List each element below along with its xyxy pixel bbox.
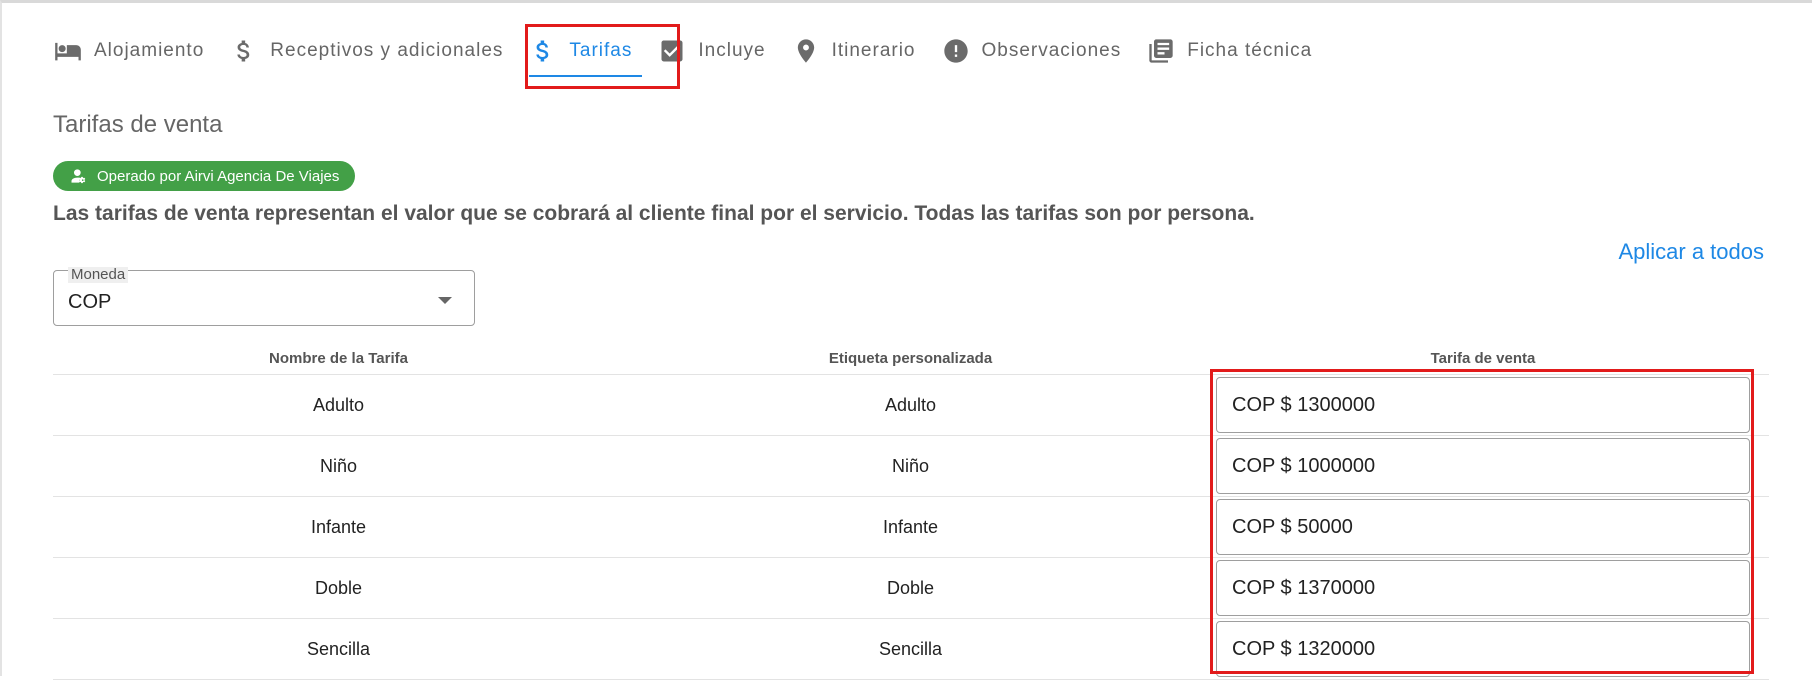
section-title: Tarifas de venta — [53, 111, 223, 138]
exclamation-circle-icon — [942, 37, 970, 65]
tab-tarifas[interactable]: Tarifas — [521, 25, 650, 77]
table-row: Doble Doble COP $ 1370000 — [53, 558, 1769, 619]
checkbox-icon — [658, 37, 686, 65]
rate-price-cell: COP $ 1320000 — [1197, 621, 1769, 677]
tab-bar: Alojamiento Receptivos y adicionales Tar… — [46, 25, 1330, 81]
table-row: Sencilla Sencilla COP $ 1320000 — [53, 619, 1769, 680]
page-frame: Alojamiento Receptivos y adicionales Tar… — [0, 0, 1812, 680]
document-list-icon — [1147, 37, 1175, 65]
table-row: Infante Infante COP $ 50000 — [53, 497, 1769, 558]
rate-price-cell: COP $ 1300000 — [1197, 377, 1769, 433]
column-header-label: Etiqueta personalizada — [828, 350, 993, 367]
rate-label: Doble — [886, 577, 935, 598]
rate-name: Niño — [319, 455, 358, 476]
column-header-price: Tarifa de venta — [1430, 350, 1536, 367]
currency-select-label: Moneda — [68, 267, 129, 283]
location-pin-icon — [792, 37, 820, 65]
tab-ficha-tecnica[interactable]: Ficha técnica — [1139, 25, 1330, 77]
rate-price-input[interactable]: COP $ 50000 — [1216, 499, 1750, 555]
tab-receptivos[interactable]: Receptivos y adicionales — [222, 25, 521, 77]
dollar-icon — [529, 37, 557, 65]
apply-all-link[interactable]: Aplicar a todos — [1618, 239, 1764, 265]
rate-label: Niño — [891, 455, 930, 476]
rate-name: Doble — [314, 577, 363, 598]
rate-price-input[interactable]: COP $ 1320000 — [1216, 621, 1750, 677]
dollar-icon — [230, 37, 258, 65]
currency-select-value: COP — [68, 291, 112, 313]
bed-icon — [54, 37, 82, 65]
tab-label: Incluye — [698, 40, 766, 61]
rate-name: Sencilla — [306, 638, 371, 659]
rate-price-cell: COP $ 1370000 — [1197, 560, 1769, 616]
rates-table: Nombre de la Tarifa Etiqueta personaliza… — [53, 343, 1769, 680]
rate-label: Infante — [882, 516, 939, 537]
tab-label: Ficha técnica — [1187, 40, 1313, 61]
rate-price-input[interactable]: COP $ 1370000 — [1216, 560, 1750, 616]
currency-select[interactable]: Moneda COP — [53, 267, 475, 326]
rate-price-cell: COP $ 1000000 — [1197, 438, 1769, 494]
rate-price-input[interactable]: COP $ 1300000 — [1216, 377, 1750, 433]
tab-observaciones[interactable]: Observaciones — [934, 25, 1140, 77]
chip-label: Operado por Airvi Agencia De Viajes — [97, 167, 340, 185]
tab-label: Itinerario — [831, 40, 916, 61]
tab-label: Alojamiento — [94, 40, 205, 61]
tab-label: Tarifas — [569, 40, 633, 61]
rate-label: Adulto — [884, 394, 937, 415]
rate-name: Infante — [310, 516, 367, 537]
tab-incluye[interactable]: Incluye — [650, 25, 783, 77]
rate-price-cell: COP $ 50000 — [1197, 499, 1769, 555]
user-settings-icon — [69, 166, 89, 186]
table-row: Adulto Adulto COP $ 1300000 — [53, 375, 1769, 436]
rate-name: Adulto — [312, 394, 365, 415]
column-header-name: Nombre de la Tarifa — [269, 350, 408, 367]
rate-price-input[interactable]: COP $ 1000000 — [1216, 438, 1750, 494]
caret-down-icon — [438, 297, 452, 304]
rate-label: Sencilla — [878, 638, 943, 659]
table-header: Nombre de la Tarifa Etiqueta personaliza… — [53, 343, 1769, 375]
description-text: Las tarifas de venta representan el valo… — [53, 202, 1255, 225]
tab-label: Observaciones — [981, 40, 1122, 61]
tab-itinerario[interactable]: Itinerario — [784, 25, 934, 77]
tab-label: Receptivos y adicionales — [270, 40, 504, 61]
table-row: Niño Niño COP $ 1000000 — [53, 436, 1769, 497]
operator-chip: Operado por Airvi Agencia De Viajes — [53, 161, 356, 191]
tab-alojamiento[interactable]: Alojamiento — [46, 25, 222, 77]
